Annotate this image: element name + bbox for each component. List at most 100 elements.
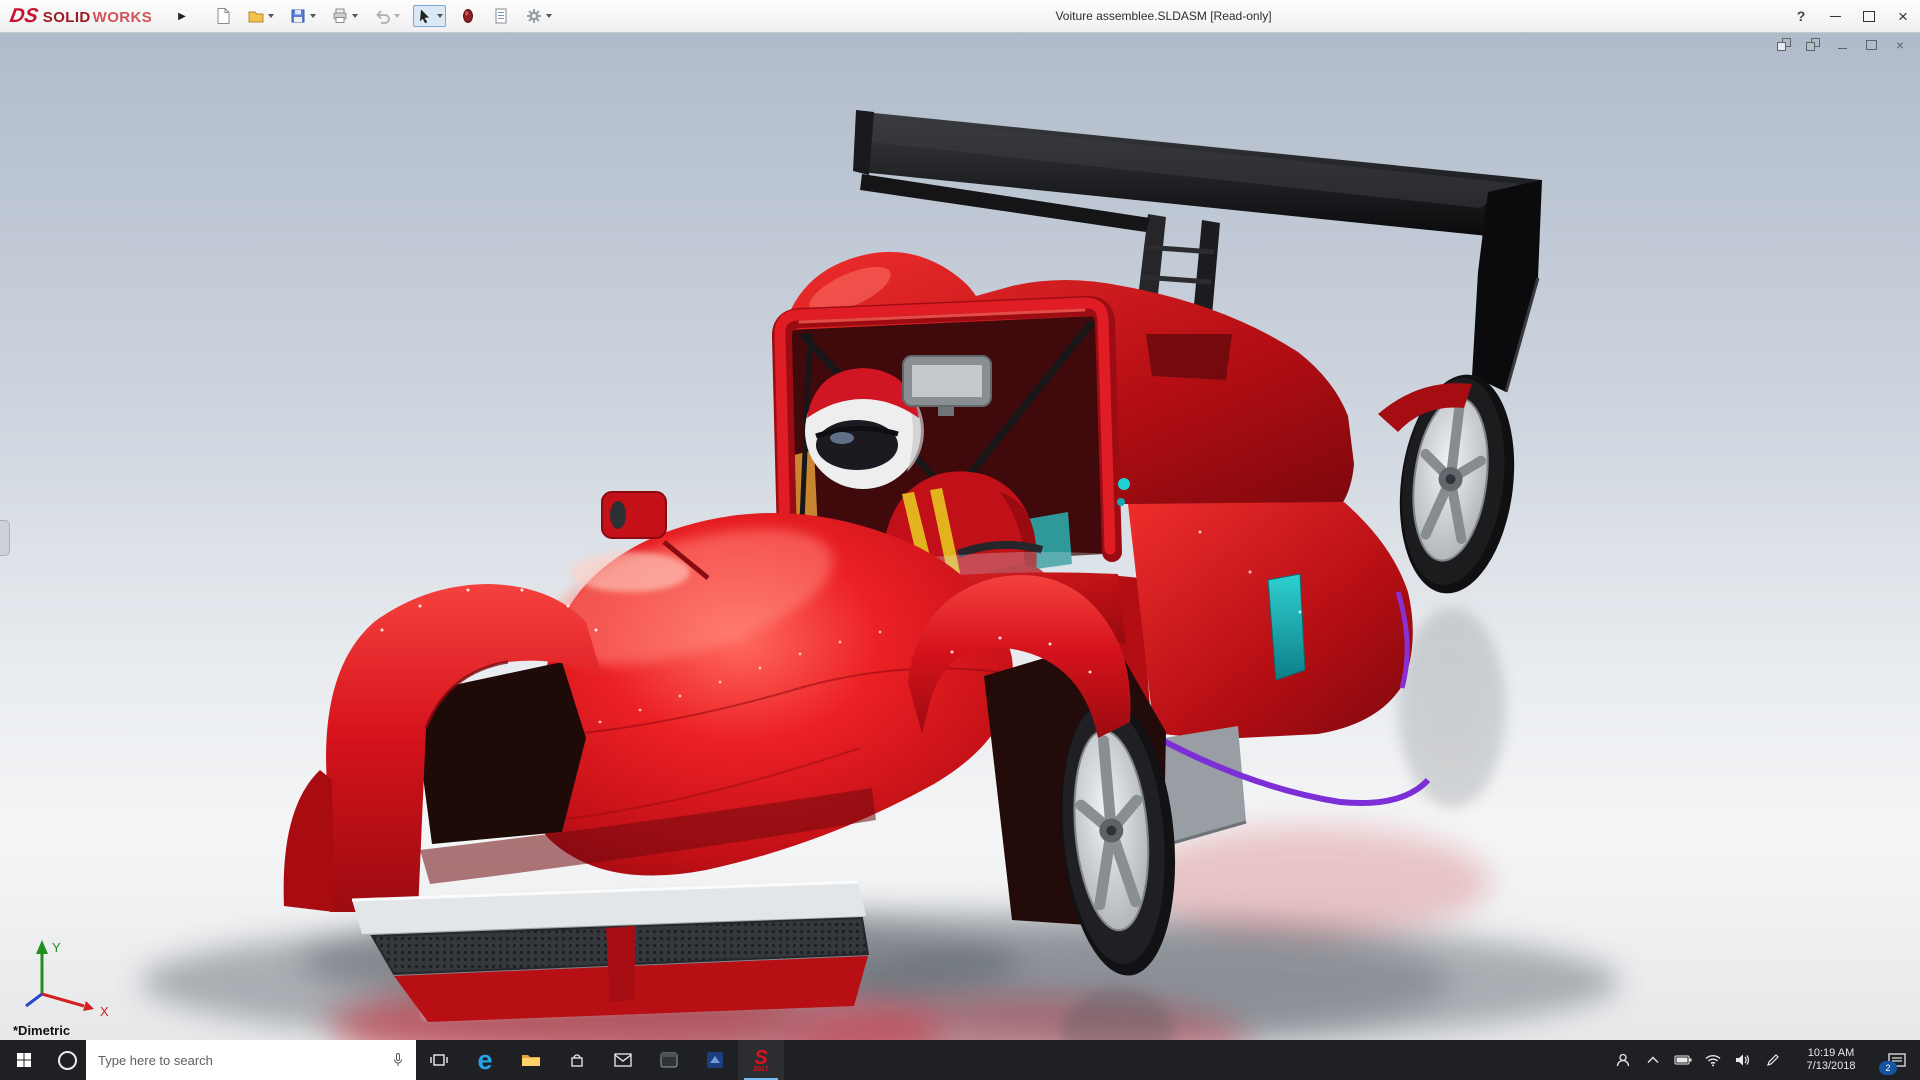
child-close-icon: ×	[1895, 36, 1905, 53]
rebuild-button[interactable]	[457, 5, 479, 27]
volume-button[interactable]	[1728, 1040, 1758, 1080]
close-button[interactable]: ×	[1886, 0, 1920, 32]
undo-dropdown-caret[interactable]	[393, 14, 400, 18]
quick-access-toolbar	[212, 5, 554, 27]
close-icon: ×	[1898, 6, 1908, 26]
taskbar-clock[interactable]: 10:19 AM 7/13/2018	[1788, 1040, 1874, 1080]
undo-icon	[375, 10, 390, 24]
clock-time: 10:19 AM	[1807, 1047, 1855, 1059]
battery-button[interactable]	[1668, 1040, 1698, 1080]
rebuild-icon	[462, 9, 473, 23]
tray-overflow-button[interactable]	[1638, 1040, 1668, 1080]
select-tool-button[interactable]	[412, 5, 446, 27]
titlebar: DS SOLID WORKS ▶ Voiture assemblee.SLDAS…	[0, 0, 1920, 33]
clock-date: 7/13/2018	[1806, 1060, 1856, 1072]
edge-icon: e	[477, 1044, 493, 1075]
taskbar-solidworks-button[interactable]: S 2017	[738, 1040, 784, 1080]
y-axis-label: Y	[52, 940, 61, 955]
gear-icon	[526, 9, 541, 23]
orientation-triad: Y X	[25, 940, 109, 1019]
taskbar-edge-button[interactable]: e	[462, 1040, 508, 1080]
file-properties-button[interactable]	[490, 5, 512, 27]
taskbar-store-button[interactable]	[554, 1040, 600, 1080]
child-minimize-button[interactable]	[1834, 37, 1850, 52]
taskbar-search	[86, 1040, 416, 1080]
battery-icon	[1674, 1055, 1692, 1065]
x-axis-label: X	[100, 1004, 109, 1019]
view-orientation-label: *Dimetric	[13, 1023, 71, 1038]
task-view-button[interactable]	[416, 1040, 462, 1080]
people-button[interactable]	[1608, 1040, 1638, 1080]
undo-button[interactable]	[371, 5, 402, 27]
people-icon	[1616, 1053, 1630, 1067]
y-axis-arrow	[36, 940, 48, 954]
window-cascade-icon[interactable]	[1805, 37, 1821, 52]
save-dropdown-caret[interactable]	[309, 14, 316, 18]
child-maximize-button[interactable]	[1863, 37, 1879, 52]
menu-flyout-arrow[interactable]: ▶	[178, 11, 186, 22]
solidworks-app-icon: S 2017	[753, 1046, 769, 1073]
chevron-up-icon	[1647, 1056, 1659, 1063]
maximize-button[interactable]	[1852, 0, 1886, 32]
microphone-icon[interactable]	[390, 1052, 406, 1068]
file-explorer-icon	[522, 1055, 540, 1066]
document-title: Voiture assemblee.SLDASM [Read-only]	[1055, 9, 1272, 23]
terminal-window-icon	[660, 1052, 678, 1068]
wifi-icon	[1705, 1054, 1721, 1066]
3d-model-viewport[interactable]	[0, 32, 1920, 1040]
open-dropdown-caret[interactable]	[267, 14, 274, 18]
rearview-mirror	[902, 355, 992, 416]
window-restore-icon[interactable]	[1776, 37, 1792, 52]
save-floppy-icon	[291, 9, 305, 23]
save-button[interactable]	[287, 5, 318, 27]
blue-cube-icon	[707, 1052, 723, 1068]
front-splitter	[351, 880, 870, 1022]
cortana-icon	[57, 1050, 77, 1070]
taskbar-terminal-button[interactable]	[646, 1040, 692, 1080]
options-dropdown-caret[interactable]	[545, 14, 552, 18]
window-controls: ? ×	[1784, 0, 1920, 32]
cortana-button[interactable]	[48, 1040, 86, 1080]
search-input[interactable]	[96, 1051, 382, 1069]
x-axis-arrow	[83, 1001, 94, 1011]
store-icon	[571, 1054, 583, 1067]
solidworks-window: DS SOLID WORKS ▶ Voiture assemblee.SLDAS…	[0, 0, 1920, 1080]
maximize-icon	[1863, 10, 1875, 22]
teal-sensor	[1118, 478, 1130, 490]
select-dropdown-caret[interactable]	[436, 14, 443, 18]
taskbar-file-explorer-button[interactable]	[508, 1040, 554, 1080]
document-window-controls: ×	[1776, 37, 1908, 52]
graphics-area: × Y X *Dimetric	[0, 32, 1920, 1040]
windows-taskbar: e	[0, 1040, 1920, 1080]
speaker-icon	[1736, 1054, 1749, 1066]
teal-sensor-small	[1117, 498, 1125, 506]
new-document-button[interactable]	[212, 5, 234, 27]
notification-badge: 2	[1879, 1061, 1897, 1075]
mail-icon	[614, 1053, 632, 1067]
taskbar-blue-app-button[interactable]	[692, 1040, 738, 1080]
child-close-button[interactable]: ×	[1892, 37, 1908, 52]
minimize-button[interactable]	[1818, 0, 1852, 32]
z-axis-line	[25, 992, 43, 1008]
options-button[interactable]	[523, 5, 554, 27]
select-cursor-icon	[419, 9, 429, 24]
windows-ink-button[interactable]	[1758, 1040, 1788, 1080]
task-view-icon	[430, 1054, 448, 1066]
open-button[interactable]	[245, 5, 276, 27]
windows-start-icon	[17, 1053, 31, 1067]
network-button[interactable]	[1698, 1040, 1728, 1080]
help-icon: ?	[1796, 8, 1806, 24]
feature-panel-collapse-tab[interactable]	[0, 520, 10, 556]
help-button[interactable]: ?	[1784, 0, 1818, 32]
print-button[interactable]	[329, 5, 360, 27]
action-center-button[interactable]: 2	[1874, 1040, 1920, 1080]
solidworks-logo: DS SOLID WORKS	[0, 5, 152, 28]
ds-logo-icon: DS	[8, 4, 40, 27]
brand-works-text: WORKS	[92, 8, 153, 26]
print-dropdown-caret[interactable]	[351, 14, 358, 18]
taskbar-mail-button[interactable]	[600, 1040, 646, 1080]
start-button[interactable]	[0, 1040, 48, 1080]
minimize-icon	[1829, 15, 1841, 17]
system-tray: 10:19 AM 7/13/2018 2	[1608, 1040, 1920, 1080]
brand-solid-text: SOLID	[42, 8, 91, 26]
